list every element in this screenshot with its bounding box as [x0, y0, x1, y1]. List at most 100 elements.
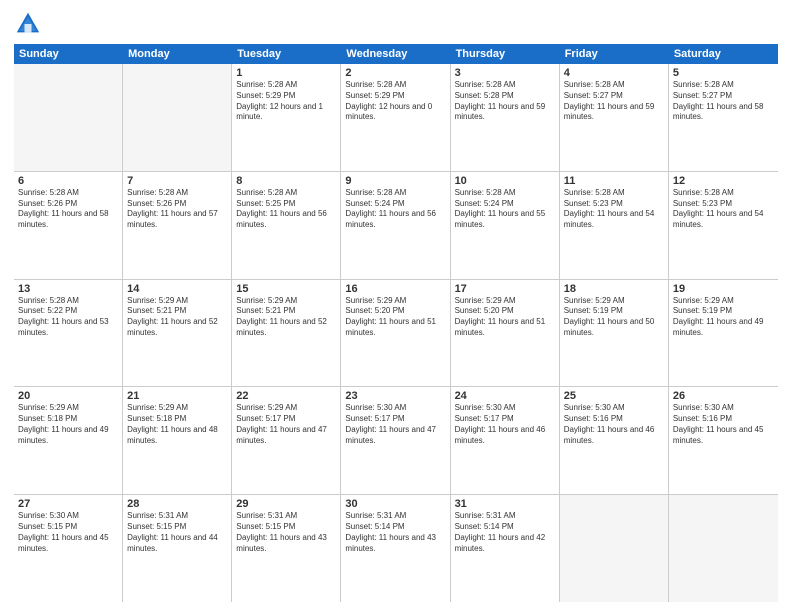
cell-info: Sunrise: 5:31 AMSunset: 5:15 PMDaylight:… [236, 511, 336, 554]
cell-info: Sunrise: 5:29 AMSunset: 5:21 PMDaylight:… [127, 296, 227, 339]
day-number: 29 [236, 498, 336, 510]
cell-info: Sunrise: 5:29 AMSunset: 5:17 PMDaylight:… [236, 403, 336, 446]
day-cell-2: 2Sunrise: 5:28 AMSunset: 5:29 PMDaylight… [341, 64, 450, 171]
cell-info: Sunrise: 5:31 AMSunset: 5:15 PMDaylight:… [127, 511, 227, 554]
day-cell-23: 23Sunrise: 5:30 AMSunset: 5:17 PMDayligh… [341, 387, 450, 494]
cell-info: Sunrise: 5:28 AMSunset: 5:26 PMDaylight:… [18, 188, 118, 231]
day-number: 15 [236, 283, 336, 295]
day-cell-3: 3Sunrise: 5:28 AMSunset: 5:28 PMDaylight… [451, 64, 560, 171]
day-cell-10: 10Sunrise: 5:28 AMSunset: 5:24 PMDayligh… [451, 172, 560, 279]
cell-info: Sunrise: 5:28 AMSunset: 5:24 PMDaylight:… [345, 188, 445, 231]
day-number: 2 [345, 67, 445, 79]
day-cell-11: 11Sunrise: 5:28 AMSunset: 5:23 PMDayligh… [560, 172, 669, 279]
day-cell-26: 26Sunrise: 5:30 AMSunset: 5:16 PMDayligh… [669, 387, 778, 494]
day-number: 11 [564, 175, 664, 187]
day-cell-29: 29Sunrise: 5:31 AMSunset: 5:15 PMDayligh… [232, 495, 341, 602]
day-cell-22: 22Sunrise: 5:29 AMSunset: 5:17 PMDayligh… [232, 387, 341, 494]
cell-info: Sunrise: 5:29 AMSunset: 5:19 PMDaylight:… [564, 296, 664, 339]
cell-info: Sunrise: 5:29 AMSunset: 5:20 PMDaylight:… [345, 296, 445, 339]
empty-cell [123, 64, 232, 171]
week-row-1: 1Sunrise: 5:28 AMSunset: 5:29 PMDaylight… [14, 64, 778, 172]
day-number: 17 [455, 283, 555, 295]
day-header-wednesday: Wednesday [341, 44, 450, 64]
cell-info: Sunrise: 5:30 AMSunset: 5:16 PMDaylight:… [673, 403, 774, 446]
day-header-saturday: Saturday [669, 44, 778, 64]
day-number: 28 [127, 498, 227, 510]
day-number: 8 [236, 175, 336, 187]
cell-info: Sunrise: 5:31 AMSunset: 5:14 PMDaylight:… [455, 511, 555, 554]
day-number: 22 [236, 390, 336, 402]
day-cell-5: 5Sunrise: 5:28 AMSunset: 5:27 PMDaylight… [669, 64, 778, 171]
cell-info: Sunrise: 5:28 AMSunset: 5:23 PMDaylight:… [564, 188, 664, 231]
day-cell-7: 7Sunrise: 5:28 AMSunset: 5:26 PMDaylight… [123, 172, 232, 279]
cell-info: Sunrise: 5:28 AMSunset: 5:27 PMDaylight:… [564, 80, 664, 123]
day-cell-13: 13Sunrise: 5:28 AMSunset: 5:22 PMDayligh… [14, 280, 123, 387]
day-cell-28: 28Sunrise: 5:31 AMSunset: 5:15 PMDayligh… [123, 495, 232, 602]
day-number: 14 [127, 283, 227, 295]
day-cell-24: 24Sunrise: 5:30 AMSunset: 5:17 PMDayligh… [451, 387, 560, 494]
day-number: 5 [673, 67, 774, 79]
day-cell-21: 21Sunrise: 5:29 AMSunset: 5:18 PMDayligh… [123, 387, 232, 494]
day-cell-16: 16Sunrise: 5:29 AMSunset: 5:20 PMDayligh… [341, 280, 450, 387]
day-cell-14: 14Sunrise: 5:29 AMSunset: 5:21 PMDayligh… [123, 280, 232, 387]
day-header-monday: Monday [123, 44, 232, 64]
day-cell-4: 4Sunrise: 5:28 AMSunset: 5:27 PMDaylight… [560, 64, 669, 171]
day-number: 7 [127, 175, 227, 187]
cell-info: Sunrise: 5:28 AMSunset: 5:23 PMDaylight:… [673, 188, 774, 231]
cell-info: Sunrise: 5:30 AMSunset: 5:15 PMDaylight:… [18, 511, 118, 554]
cell-info: Sunrise: 5:28 AMSunset: 5:22 PMDaylight:… [18, 296, 118, 339]
cell-info: Sunrise: 5:29 AMSunset: 5:18 PMDaylight:… [18, 403, 118, 446]
week-row-2: 6Sunrise: 5:28 AMSunset: 5:26 PMDaylight… [14, 172, 778, 280]
cell-info: Sunrise: 5:28 AMSunset: 5:25 PMDaylight:… [236, 188, 336, 231]
day-number: 19 [673, 283, 774, 295]
day-number: 3 [455, 67, 555, 79]
week-row-5: 27Sunrise: 5:30 AMSunset: 5:15 PMDayligh… [14, 495, 778, 602]
week-row-3: 13Sunrise: 5:28 AMSunset: 5:22 PMDayligh… [14, 280, 778, 388]
cell-info: Sunrise: 5:29 AMSunset: 5:18 PMDaylight:… [127, 403, 227, 446]
day-number: 4 [564, 67, 664, 79]
day-number: 20 [18, 390, 118, 402]
calendar-header: SundayMondayTuesdayWednesdayThursdayFrid… [14, 44, 778, 64]
empty-cell [14, 64, 123, 171]
calendar: SundayMondayTuesdayWednesdayThursdayFrid… [14, 44, 778, 602]
day-header-tuesday: Tuesday [232, 44, 341, 64]
cell-info: Sunrise: 5:28 AMSunset: 5:24 PMDaylight:… [455, 188, 555, 231]
day-number: 1 [236, 67, 336, 79]
day-number: 30 [345, 498, 445, 510]
day-header-friday: Friday [560, 44, 669, 64]
cell-info: Sunrise: 5:30 AMSunset: 5:17 PMDaylight:… [455, 403, 555, 446]
cell-info: Sunrise: 5:31 AMSunset: 5:14 PMDaylight:… [345, 511, 445, 554]
page: SundayMondayTuesdayWednesdayThursdayFrid… [0, 0, 792, 612]
cell-info: Sunrise: 5:28 AMSunset: 5:29 PMDaylight:… [345, 80, 445, 123]
logo [14, 10, 46, 38]
cell-info: Sunrise: 5:30 AMSunset: 5:16 PMDaylight:… [564, 403, 664, 446]
day-cell-8: 8Sunrise: 5:28 AMSunset: 5:25 PMDaylight… [232, 172, 341, 279]
day-number: 27 [18, 498, 118, 510]
day-number: 23 [345, 390, 445, 402]
cell-info: Sunrise: 5:28 AMSunset: 5:27 PMDaylight:… [673, 80, 774, 123]
day-cell-20: 20Sunrise: 5:29 AMSunset: 5:18 PMDayligh… [14, 387, 123, 494]
cell-info: Sunrise: 5:30 AMSunset: 5:17 PMDaylight:… [345, 403, 445, 446]
day-header-sunday: Sunday [14, 44, 123, 64]
cell-info: Sunrise: 5:28 AMSunset: 5:29 PMDaylight:… [236, 80, 336, 123]
day-number: 25 [564, 390, 664, 402]
day-number: 16 [345, 283, 445, 295]
day-cell-12: 12Sunrise: 5:28 AMSunset: 5:23 PMDayligh… [669, 172, 778, 279]
day-cell-18: 18Sunrise: 5:29 AMSunset: 5:19 PMDayligh… [560, 280, 669, 387]
day-number: 12 [673, 175, 774, 187]
day-number: 10 [455, 175, 555, 187]
day-cell-30: 30Sunrise: 5:31 AMSunset: 5:14 PMDayligh… [341, 495, 450, 602]
header [14, 10, 778, 38]
day-number: 13 [18, 283, 118, 295]
day-number: 31 [455, 498, 555, 510]
day-cell-27: 27Sunrise: 5:30 AMSunset: 5:15 PMDayligh… [14, 495, 123, 602]
day-number: 26 [673, 390, 774, 402]
day-cell-6: 6Sunrise: 5:28 AMSunset: 5:26 PMDaylight… [14, 172, 123, 279]
day-header-thursday: Thursday [451, 44, 560, 64]
calendar-body: 1Sunrise: 5:28 AMSunset: 5:29 PMDaylight… [14, 64, 778, 602]
day-number: 21 [127, 390, 227, 402]
day-cell-25: 25Sunrise: 5:30 AMSunset: 5:16 PMDayligh… [560, 387, 669, 494]
day-number: 24 [455, 390, 555, 402]
cell-info: Sunrise: 5:29 AMSunset: 5:20 PMDaylight:… [455, 296, 555, 339]
day-cell-31: 31Sunrise: 5:31 AMSunset: 5:14 PMDayligh… [451, 495, 560, 602]
